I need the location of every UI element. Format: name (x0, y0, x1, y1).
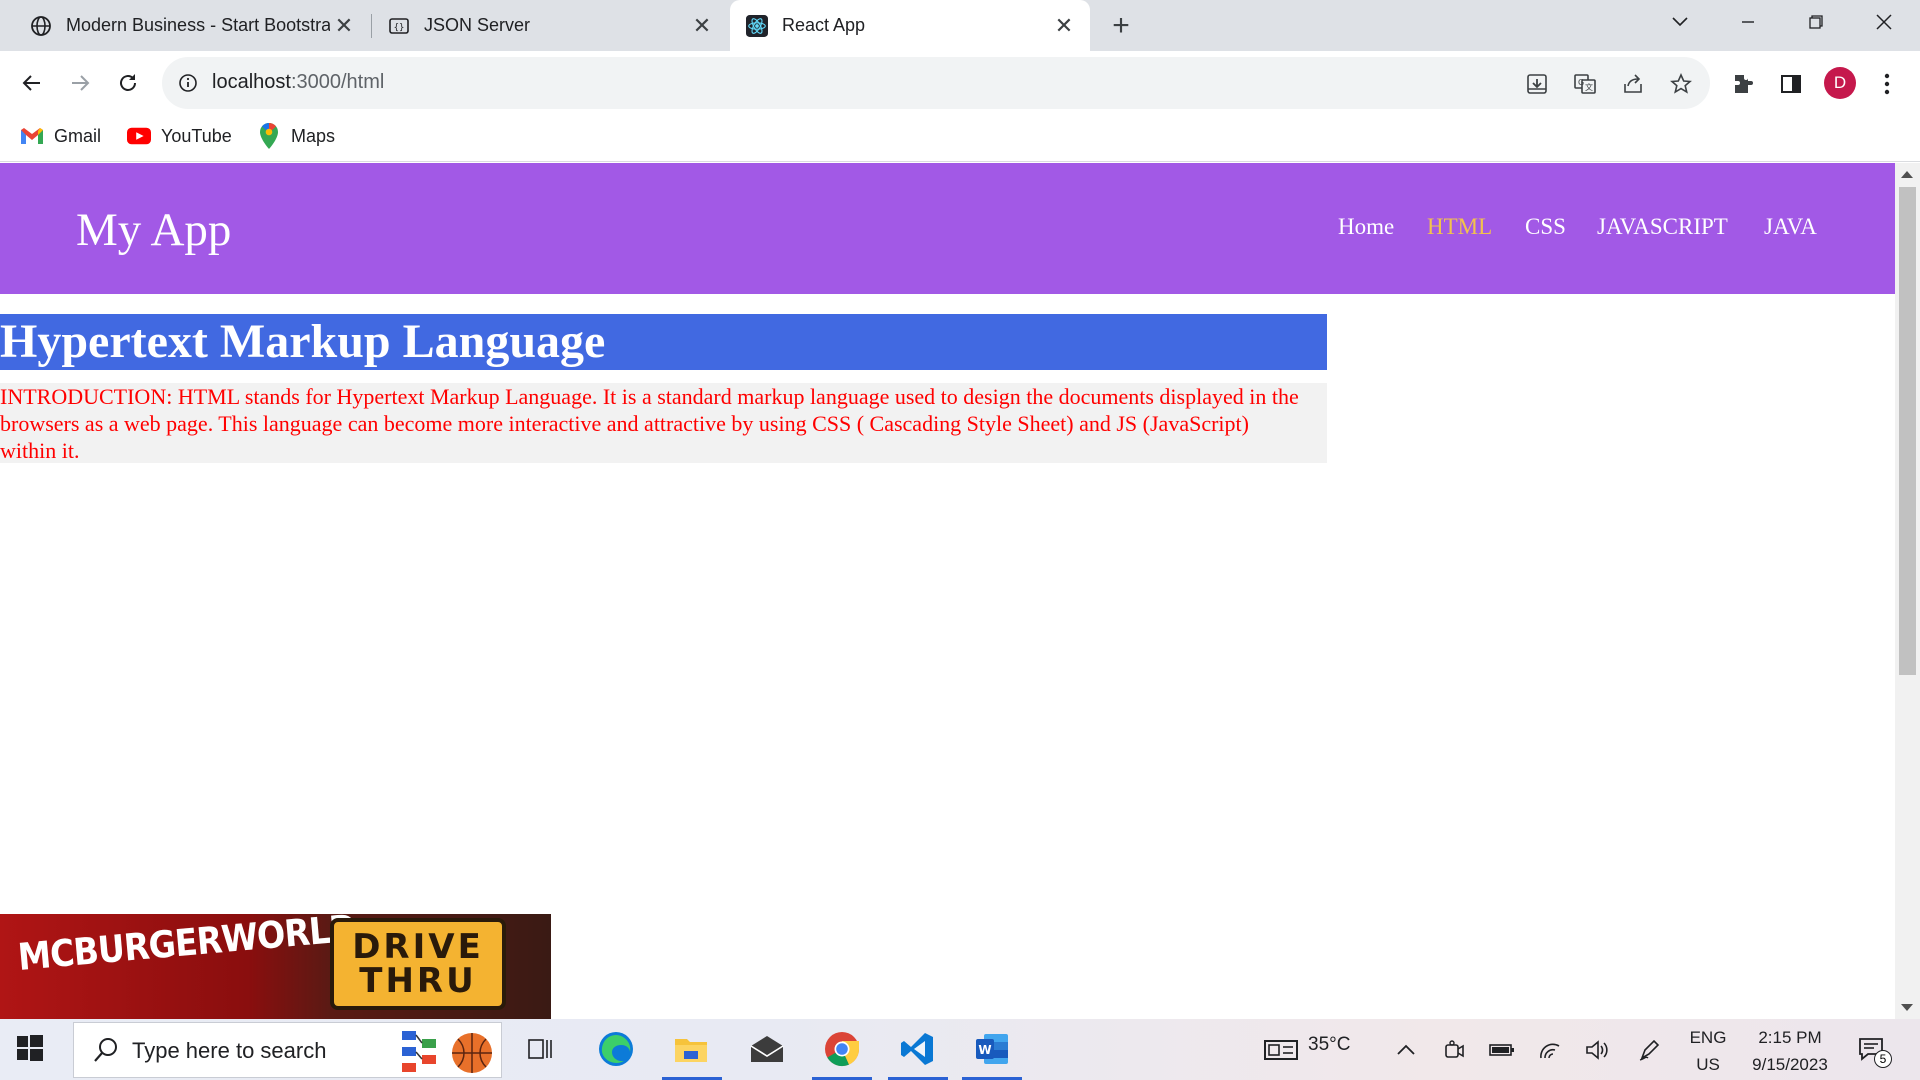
youtube-icon (127, 124, 151, 148)
bookmark-label: Gmail (54, 125, 102, 146)
menu-icon[interactable] (1874, 71, 1900, 97)
taskbar-clock[interactable]: 2:15 PM 9/15/2023 (1740, 1024, 1840, 1078)
page-title: Hypertext Markup Language (0, 315, 606, 368)
ad-logo: MCBURGERWORLD (16, 914, 358, 979)
tab-title: JSON Server (424, 15, 531, 35)
tab-json-server[interactable]: {} JSON Server ✕ (358, 0, 728, 51)
nav-link-javascript[interactable]: JAVASCRIPT (1597, 214, 1728, 240)
search-placeholder: Type here to search (132, 1038, 327, 1063)
wifi-icon[interactable] (1536, 1036, 1564, 1064)
scrollbar-thumb[interactable] (1899, 187, 1916, 675)
edge-icon[interactable] (594, 1027, 638, 1071)
gmail-icon (20, 124, 44, 148)
scroll-up-arrow[interactable] (1901, 171, 1913, 178)
restore-button[interactable] (1786, 0, 1846, 44)
lang-code: ENG (1689, 1028, 1727, 1047)
nav-link-home[interactable]: Home (1338, 214, 1394, 240)
drive-thru-sign: DRIVE THRU (330, 918, 506, 1010)
search-icon (92, 1036, 120, 1069)
translate-icon[interactable]: G文 (1572, 71, 1598, 97)
ad-banner[interactable]: MCBURGERWORLD DRIVE THRU (0, 914, 551, 1019)
task-view-icon[interactable] (518, 1027, 562, 1071)
extensions-icon[interactable] (1730, 71, 1756, 97)
input-language[interactable]: ENG US (1686, 1024, 1730, 1078)
browser-toolbar: localhost:3000/html G文 D (0, 51, 1920, 114)
app-navbar: My App Home HTML CSS JAVASCRIPT JAVA (0, 163, 1895, 294)
tab-react-app[interactable]: React App ✕ (730, 0, 1090, 51)
bookmarks-bar: Gmail YouTube Maps (0, 114, 1920, 162)
close-tab-icon[interactable]: ✕ (688, 12, 716, 40)
minimize-button[interactable] (1718, 0, 1778, 44)
share-icon[interactable] (1620, 71, 1646, 97)
new-tab-button[interactable]: + (1105, 9, 1137, 42)
show-hidden-icons-icon[interactable] (1392, 1036, 1420, 1064)
volume-icon[interactable] (1584, 1036, 1612, 1064)
page-heading-bar: Hypertext Markup Language (0, 314, 1327, 370)
vscode-icon[interactable] (895, 1027, 939, 1071)
url-host: localhost (212, 71, 291, 93)
svg-text:W: W (978, 1043, 991, 1057)
nav-link-java[interactable]: JAVA (1764, 214, 1817, 240)
taskbar: Type here to search W 35°C ENG US 2:15 P… (0, 1019, 1920, 1080)
clock-time: 2:15 PM (1758, 1028, 1822, 1047)
bookmark-gmail[interactable]: Gmail (20, 124, 101, 148)
maps-icon (257, 123, 281, 149)
notification-center-icon[interactable]: 5 (1858, 1036, 1892, 1068)
nav-link-css[interactable]: CSS (1525, 214, 1566, 240)
bookmark-label: Maps (291, 125, 336, 146)
back-button[interactable] (14, 65, 50, 101)
sign-line-2: THRU (359, 961, 477, 1001)
vertical-scrollbar[interactable] (1895, 163, 1920, 1019)
scroll-down-arrow[interactable] (1901, 1004, 1913, 1011)
bookmark-youtube[interactable]: YouTube (127, 124, 232, 148)
svg-text:文: 文 (1585, 82, 1593, 92)
file-explorer-icon[interactable] (669, 1027, 713, 1071)
url-text: localhost:3000/html (212, 71, 384, 94)
bookmark-star-icon[interactable] (1668, 71, 1694, 97)
close-tab-icon[interactable]: ✕ (330, 12, 358, 40)
tab-modern-business[interactable]: Modern Business - Start Bootstrap ✕ (0, 0, 370, 51)
globe-icon (30, 15, 52, 37)
taskbar-search-box[interactable]: Type here to search (73, 1022, 502, 1078)
reload-button[interactable] (110, 65, 146, 101)
side-panel-icon[interactable] (1778, 71, 1804, 97)
nav-link-html[interactable]: HTML (1427, 214, 1492, 240)
tab-strip: Modern Business - Start Bootstrap ✕ {} J… (0, 0, 1920, 51)
pen-icon[interactable] (1636, 1036, 1664, 1064)
chrome-icon[interactable] (820, 1027, 864, 1071)
tab-title: React App (782, 15, 866, 35)
lang-region: US (1696, 1055, 1720, 1074)
app-brand[interactable]: My App (76, 203, 231, 257)
mail-icon[interactable] (745, 1027, 789, 1071)
profile-avatar[interactable]: D (1824, 67, 1856, 99)
clock-date: 9/15/2023 (1752, 1055, 1828, 1074)
intro-paragraph: INTRODUCTION: HTML stands for Hypertext … (0, 383, 1327, 463)
notification-count-badge: 5 (1874, 1050, 1892, 1068)
address-bar[interactable]: localhost:3000/html G文 (162, 57, 1710, 109)
search-highlight-icon (400, 1027, 500, 1080)
sign-line-1: DRIVE (352, 927, 484, 967)
weather-temp[interactable]: 35°C (1308, 1034, 1350, 1056)
tab-title: Modern Business - Start Bootstrap (66, 15, 330, 35)
bookmark-maps[interactable]: Maps (257, 123, 336, 149)
battery-icon[interactable] (1488, 1036, 1516, 1064)
weather-icon[interactable] (1262, 1036, 1300, 1064)
close-tab-icon[interactable]: ✕ (1050, 12, 1078, 40)
tab-search-icon[interactable] (1650, 0, 1710, 44)
forward-button[interactable] (62, 65, 98, 101)
svg-text:G: G (1578, 78, 1584, 87)
windows-start-icon[interactable] (16, 1034, 46, 1064)
svg-text:{}: {} (394, 23, 405, 33)
word-icon[interactable]: W (970, 1027, 1014, 1071)
site-info-icon[interactable] (178, 73, 198, 98)
page-viewport: My App Home HTML CSS JAVASCRIPT JAVA Hyp… (0, 163, 1895, 1019)
install-icon[interactable] (1524, 71, 1550, 97)
json-server-icon: {} (388, 15, 410, 37)
close-window-button[interactable] (1854, 0, 1914, 44)
url-path: :3000/html (290, 71, 385, 93)
bookmark-label: YouTube (161, 125, 232, 146)
react-icon (746, 14, 768, 37)
meet-now-icon[interactable] (1440, 1036, 1468, 1064)
